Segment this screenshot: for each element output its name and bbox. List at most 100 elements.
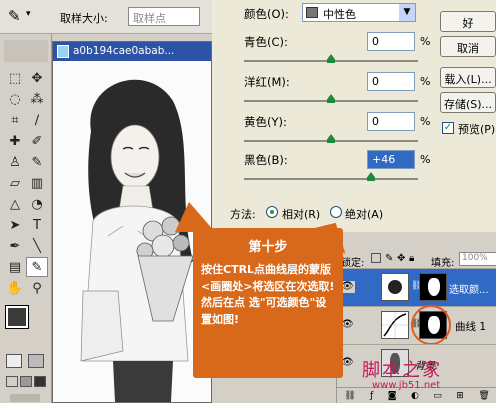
lock-position-icon[interactable]: ✥ — [397, 253, 405, 264]
method-absolute-label[interactable]: 绝对(A) — [345, 206, 383, 222]
blur-tool-icon[interactable]: △ — [4, 194, 26, 214]
full-screen-menu-icon[interactable] — [20, 376, 32, 387]
history-brush-icon[interactable]: ✎ — [26, 152, 48, 172]
pen-tool-icon[interactable]: ✒ — [4, 236, 26, 256]
save-button[interactable]: 存储(S)... — [440, 92, 496, 113]
callout-body: 按住CTRL点曲线层的蒙版<画圈处>将选区在次选取!然后在点 选"可选颜色"设置… — [201, 263, 335, 326]
instruction-callout: 第十步 按住CTRL点曲线层的蒙版<画圈处>将选区在次选取!然后在点 选"可选颜… — [175, 202, 356, 378]
move-tool-icon[interactable]: ✥ — [26, 68, 48, 88]
black-input[interactable]: +46 — [367, 150, 415, 169]
slider-row-yellow: 黄色(Y): 0 % — [212, 112, 431, 152]
layer-name[interactable]: 选取颜... — [449, 281, 489, 296]
fill-label: 填充: — [431, 258, 455, 269]
preview-checkbox[interactable]: ✓ — [442, 122, 454, 134]
new-fill-layer-icon[interactable]: ◐ — [411, 391, 419, 401]
imageready-icon[interactable] — [10, 394, 40, 402]
black-slider-thumb[interactable] — [367, 172, 375, 181]
preview-label[interactable]: 预览(P) — [458, 121, 495, 137]
slice-tool-icon[interactable]: ∕ — [26, 110, 48, 130]
document-icon — [57, 45, 69, 58]
cyan-unit: % — [420, 35, 431, 48]
layer-row-selective-color[interactable]: 👁︎ ⛓ 选取颜... — [337, 268, 496, 306]
path-selection-icon[interactable]: ➤ — [4, 215, 26, 235]
foreground-color-swatch[interactable] — [5, 305, 29, 329]
lock-pixels-icon[interactable]: ✎ — [385, 253, 393, 264]
method-absolute-radio[interactable] — [330, 206, 342, 218]
eyedropper-tool-icon[interactable]: ✎ — [8, 7, 21, 25]
radio-selected-dot — [270, 210, 274, 214]
new-layer-icon[interactable]: ⊞ — [456, 391, 464, 401]
cyan-input[interactable]: 0 — [367, 32, 415, 51]
magenta-input[interactable]: 0 — [367, 72, 415, 91]
eyedropper-icon[interactable]: ✎ — [26, 257, 48, 277]
eye-icon[interactable]: 👁︎ — [341, 319, 355, 331]
brush-tool-icon[interactable]: ✐ — [26, 131, 48, 151]
magenta-label: 洋红(M): — [244, 75, 290, 89]
callout-left-triangle — [175, 202, 215, 232]
hand-tool-icon[interactable]: ✋ — [4, 278, 26, 298]
tool-preset-arrow-icon[interactable]: ▾ — [26, 9, 31, 19]
quick-mask-icon[interactable] — [28, 354, 44, 368]
colors-label: 颜色(O): — [244, 7, 289, 21]
adjustment-layer-icon — [381, 273, 409, 301]
document-title[interactable]: a0b194cae0abab... — [53, 42, 211, 61]
standard-mode-icon[interactable] — [6, 354, 22, 368]
colors-select-value: 中性色 — [323, 8, 356, 21]
black-slider-track[interactable] — [244, 178, 418, 180]
marquee-tool-icon[interactable]: ⬚ — [4, 68, 26, 88]
selective-color-dialog: 颜色(O): 中性色 ▼ 青色(C): 0 % 洋红(M): 0 % 黄色(Y)… — [212, 0, 496, 232]
magic-wand-icon[interactable]: ⁂ — [26, 89, 48, 109]
lock-icons[interactable]: ✎ ✥ 🔒︎ — [371, 253, 421, 265]
cancel-button[interactable]: 取消 — [440, 36, 496, 57]
cyan-slider-thumb[interactable] — [327, 54, 335, 63]
line-tool-icon[interactable]: ╲ — [26, 236, 48, 256]
fill-input[interactable]: 100% — [459, 252, 496, 266]
add-mask-icon[interactable]: ◙ — [388, 391, 397, 401]
full-screen-icon[interactable] — [34, 376, 46, 387]
layer-name[interactable]: 曲线 1 — [455, 319, 486, 334]
crop-tool-icon[interactable]: ⌗ — [4, 110, 26, 130]
method-relative-radio[interactable] — [266, 206, 278, 218]
lock-all-icon[interactable]: 🔒︎ — [409, 253, 414, 264]
slider-row-black: 黑色(B): +46 % — [212, 150, 430, 190]
lock-transparency-icon[interactable] — [371, 253, 381, 263]
eye-icon[interactable]: 👁︎ — [341, 281, 355, 293]
delete-layer-icon[interactable]: 🗑︎ — [478, 391, 489, 401]
slider-row-magenta: 洋红(M): 0 % — [212, 72, 431, 112]
dodge-tool-icon[interactable]: ◔ — [26, 194, 48, 214]
link-layers-icon[interactable]: ⛓ — [344, 391, 355, 401]
layer-row-curves[interactable]: 👁︎ ⛓ 曲线 1 — [337, 305, 496, 345]
ok-button[interactable]: 好 — [440, 11, 496, 32]
yellow-unit: % — [420, 115, 431, 128]
select-arrow-icon: ▼ — [399, 4, 415, 21]
yellow-label: 黄色(Y): — [244, 115, 287, 129]
watermark-site-name: 脚本之家 — [362, 360, 442, 381]
method-label: 方法: — [230, 208, 256, 221]
zoom-tool-icon[interactable]: ⚲ — [26, 278, 48, 298]
tool-grid: ⬚ ✥ ◌ ⁂ ⌗ ∕ ✚ ✐ ♙ ✎ ▱ ▥ △ ◔ ➤ T ✒ ╲ ▤ ✎ … — [4, 68, 50, 298]
magenta-unit: % — [420, 75, 431, 88]
gradient-tool-icon[interactable]: ▥ — [26, 173, 48, 193]
eye-icon[interactable]: 👁︎ — [341, 357, 355, 369]
sample-size-select[interactable]: 取样点 — [128, 7, 200, 26]
callout-heading: 第十步 — [248, 240, 288, 255]
yellow-slider-thumb[interactable] — [327, 134, 335, 143]
lock-label: 锁定: — [341, 258, 365, 269]
lasso-tool-icon[interactable]: ◌ — [4, 89, 26, 109]
clone-stamp-icon[interactable]: ♙ — [4, 152, 26, 172]
toolbox: ⬚ ✥ ◌ ⁂ ⌗ ∕ ✚ ✐ ♙ ✎ ▱ ▥ △ ◔ ➤ T ✒ ╲ ▤ ✎ … — [0, 34, 52, 403]
healing-brush-icon[interactable]: ✚ — [4, 131, 26, 151]
screen-mode-icon[interactable] — [6, 376, 18, 387]
eraser-tool-icon[interactable]: ▱ — [4, 173, 26, 193]
layer-style-icon[interactable]: ƒ — [370, 391, 373, 401]
load-button[interactable]: 载入(L)... — [440, 67, 496, 88]
neutral-color-swatch — [306, 7, 318, 18]
type-tool-icon[interactable]: T — [26, 215, 48, 235]
magenta-slider-thumb[interactable] — [327, 94, 335, 103]
notes-tool-icon[interactable]: ▤ — [4, 257, 26, 277]
colors-select[interactable]: 中性色 ▼ — [302, 3, 416, 22]
photoshop-logo — [4, 40, 48, 62]
new-group-icon[interactable]: ▭ — [433, 391, 442, 401]
yellow-input[interactable]: 0 — [367, 112, 415, 131]
layer-mask-thumb[interactable] — [419, 273, 447, 301]
